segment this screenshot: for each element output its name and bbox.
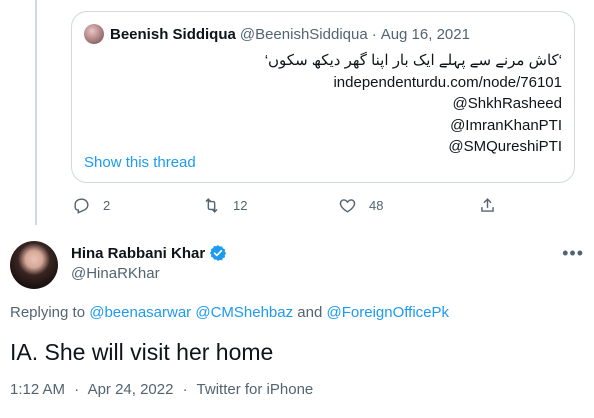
author-handle[interactable]: @HinaRKhar: [71, 265, 160, 282]
quoted-author-name[interactable]: Beenish Siddiqua: [110, 26, 236, 43]
like-button[interactable]: 48: [338, 196, 383, 215]
tweet-source[interactable]: Twitter for iPhone: [197, 381, 314, 398]
author-name[interactable]: Hina Rabbani Khar: [71, 245, 205, 262]
like-count: 48: [369, 198, 384, 213]
quoted-tweet-link[interactable]: independenturdu.com/node/76101: [265, 72, 562, 94]
quoted-tweet-urdu-text: ‘کاش مرنے سے پہلے ایک بار اپنا گھر دیکھ …: [264, 52, 562, 69]
quoted-mention[interactable]: @ImranKhanPTI: [265, 115, 562, 137]
tweet-date[interactable]: Apr 24, 2022: [88, 381, 174, 398]
author-avatar[interactable]: [10, 241, 58, 289]
verified-badge-icon: [210, 245, 227, 261]
separator-dot: ·: [182, 381, 188, 398]
retweet-count: 12: [233, 198, 248, 213]
quoted-tweet-header: Beenish Siddiqua @BeenishSiddiqua · Aug …: [84, 24, 470, 44]
tweet-text: IA. She will visit her home: [10, 339, 274, 365]
quoted-author-avatar[interactable]: [84, 24, 104, 44]
mention-link[interactable]: @CMShehbaz: [195, 304, 293, 321]
tweet-action-bar: 2 12 48: [72, 196, 502, 220]
reply-button[interactable]: 2: [72, 196, 110, 215]
tweet-time[interactable]: 1:12 AM: [10, 381, 65, 398]
reply-icon: [74, 198, 89, 214]
author-name-row: Hina Rabbani Khar: [71, 244, 227, 262]
thread-connector-line: [35, 0, 37, 225]
retweet-button[interactable]: 12: [202, 196, 247, 215]
quoted-author-handle[interactable]: @BeenishSiddiqua: [240, 26, 368, 43]
quoted-tweet-date[interactable]: Aug 16, 2021: [381, 26, 470, 43]
show-thread-link[interactable]: Show this thread: [84, 154, 196, 171]
retweet-icon: [205, 198, 218, 213]
mention-link[interactable]: @beenasarwar: [89, 304, 191, 321]
and-label: and: [297, 304, 323, 321]
like-icon: [339, 199, 356, 213]
reply-count: 2: [103, 198, 111, 213]
quoted-tweet-body: ‘کاش مرنے سے پہلے ایک بار اپنا گھر دیکھ …: [265, 50, 562, 158]
mention-link[interactable]: @ForeignOfficePk: [327, 304, 450, 321]
separator-dot: ·: [371, 25, 377, 43]
quoted-tweet-card[interactable]: Beenish Siddiqua @BeenishSiddiqua · Aug …: [71, 11, 575, 183]
replying-to-line: Replying to @beenasarwar @CMShehbaz and …: [10, 304, 449, 321]
more-icon[interactable]: •••: [562, 243, 584, 264]
tweet-meta: 1:12 AM · Apr 24, 2022 · Twitter for iPh…: [10, 381, 313, 398]
share-button[interactable]: [478, 196, 497, 215]
replying-to-label: Replying to: [10, 304, 86, 321]
tweet-author-row: Hina Rabbani Khar @HinaRKhar •••: [10, 239, 590, 291]
separator-dot: ·: [74, 381, 80, 398]
quoted-mention[interactable]: @ShkhRasheed: [265, 93, 562, 115]
quoted-mention[interactable]: @SMQureshiPTI: [265, 136, 562, 158]
share-icon: [481, 198, 494, 212]
